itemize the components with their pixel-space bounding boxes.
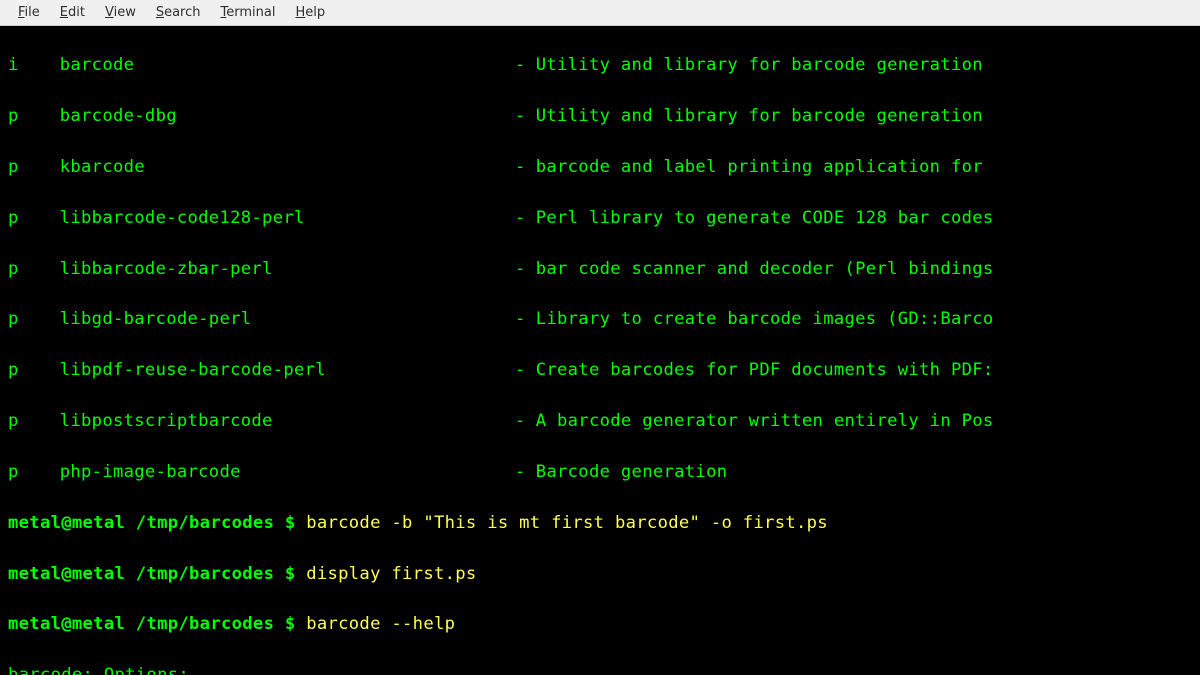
terminal-content[interactable]: ibarcode- Utility and library for barcod… xyxy=(0,26,1200,675)
command-text: barcode --help xyxy=(306,614,455,634)
prompt-line: metal@metal /tmp/barcodes $ barcode --he… xyxy=(8,612,1196,637)
menu-edit[interactable]: Edit xyxy=(50,5,95,20)
package-row: pbarcode-dbg- Utility and library for ba… xyxy=(8,104,1196,129)
menu-file[interactable]: File xyxy=(8,5,50,20)
package-row: pkbarcode- barcode and label printing ap… xyxy=(8,155,1196,180)
prompt-line: metal@metal /tmp/barcodes $ display firs… xyxy=(8,562,1196,587)
package-row: plibbarcode-zbar-perl- bar code scanner … xyxy=(8,257,1196,282)
menu-help[interactable]: Help xyxy=(285,5,335,20)
menu-terminal[interactable]: Terminal xyxy=(211,5,286,20)
menu-view[interactable]: View xyxy=(95,5,146,20)
help-header: barcode: Options: xyxy=(8,663,1196,675)
package-row: ibarcode- Utility and library for barcod… xyxy=(8,53,1196,78)
menubar: File Edit View Search Terminal Help xyxy=(0,0,1200,26)
command-text: display first.ps xyxy=(306,564,476,584)
command-text: barcode -b "This is mt first barcode" -o… xyxy=(306,513,828,533)
menu-search[interactable]: Search xyxy=(146,5,211,20)
package-row: plibpostscriptbarcode- A barcode generat… xyxy=(8,409,1196,434)
package-row: pphp-image-barcode- Barcode generation xyxy=(8,460,1196,485)
package-row: plibpdf-reuse-barcode-perl- Create barco… xyxy=(8,358,1196,383)
prompt-line: metal@metal /tmp/barcodes $ barcode -b "… xyxy=(8,511,1196,536)
package-row: plibgd-barcode-perl- Library to create b… xyxy=(8,307,1196,332)
package-row: plibbarcode-code128-perl- Perl library t… xyxy=(8,206,1196,231)
